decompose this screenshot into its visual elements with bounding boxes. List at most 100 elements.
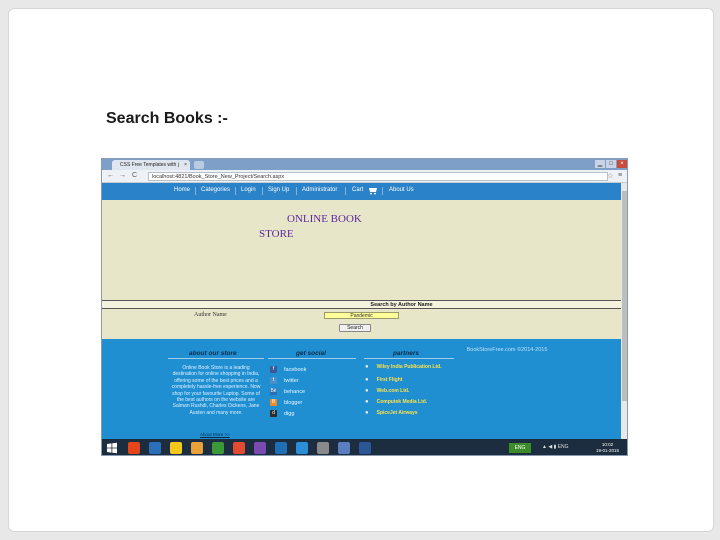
bullet-icon: ●: [365, 388, 369, 394]
browser-tab[interactable]: CSS Free Templates with j ×: [112, 160, 190, 170]
partner-link: Web.com Ltd.: [376, 388, 410, 394]
slide-title: Search Books :-: [106, 110, 228, 127]
search-header: Search by Author Name: [102, 300, 621, 309]
cart-icon[interactable]: [368, 186, 378, 195]
reload-icon[interactable]: C: [132, 172, 137, 180]
tray-language-indicator[interactable]: ENG: [509, 443, 531, 453]
twitter-icon: t: [270, 377, 277, 384]
bookmark-star-icon[interactable]: ☆: [607, 172, 613, 180]
back-icon[interactable]: ←: [107, 172, 114, 180]
sql-server-icon[interactable]: [296, 442, 308, 454]
bullet-icon: ●: [365, 364, 369, 370]
social-label: blogger: [284, 399, 303, 406]
maximize-button[interactable]: □: [606, 160, 616, 168]
nav-about-us[interactable]: About Us: [389, 187, 414, 193]
partner-link: First Flight: [376, 377, 403, 383]
file-explorer-icon[interactable]: [170, 442, 182, 454]
tab-title: CSS Free Templates with j: [120, 162, 179, 168]
facebook-icon: f: [270, 366, 277, 373]
tab-close-icon[interactable]: ×: [184, 160, 187, 170]
visual-studio-icon[interactable]: [254, 442, 266, 454]
author-name-label: Author Name: [194, 312, 227, 318]
partner-item[interactable]: ● SpiceJet Airways: [365, 410, 418, 417]
partner-item[interactable]: ● Web.com Ltd.: [365, 388, 409, 395]
blogger-icon: B: [270, 399, 277, 406]
search-section: Search by Author Name Author Name Pandem…: [102, 300, 621, 339]
partner-item[interactable]: ● Computek Media Ltd.: [365, 399, 427, 406]
footer-social-heading: get social: [296, 350, 326, 357]
about-more-link[interactable]: About More >>: [200, 432, 230, 437]
system-tray-icons[interactable]: ▲ ◀ ▮ ENG: [542, 444, 569, 450]
footer-divider: [268, 358, 356, 359]
social-item-digg[interactable]: d digg: [270, 410, 294, 417]
os-taskbar: ENG ▲ ◀ ▮ ENG 10:02 19-01-2015: [102, 439, 627, 455]
social-item-blogger[interactable]: B blogger: [270, 399, 302, 406]
browser-toolbar: ← → C localhost:4821/Book_Store_New_Proj…: [102, 170, 627, 183]
bullet-icon: ●: [365, 399, 369, 405]
chrome-icon[interactable]: [233, 442, 245, 454]
vertical-scrollbar[interactable]: [621, 183, 627, 439]
hero-title-line2: STORE: [259, 228, 294, 240]
hero-title: ONLINE BOOK STORE: [259, 212, 362, 242]
social-label: facebook: [284, 366, 307, 373]
nav-administrator[interactable]: Administrator: [302, 187, 337, 193]
minimize-button[interactable]: ▁: [595, 160, 605, 168]
nav-divider: [195, 187, 196, 195]
hero-banner: ONLINE BOOK STORE: [102, 200, 621, 300]
social-item-behance[interactable]: Bē behance: [270, 388, 305, 395]
social-label: behance: [284, 388, 306, 395]
new-tab-button[interactable]: [194, 161, 204, 169]
word-icon[interactable]: [359, 442, 371, 454]
nav-categories[interactable]: Categories: [201, 187, 230, 193]
nav-divider: [262, 187, 263, 195]
bullet-icon: ●: [365, 377, 369, 383]
nav-cart[interactable]: Cart: [352, 187, 363, 193]
partner-link: Computek Media Ltd.: [376, 399, 428, 405]
social-label: digg: [284, 410, 295, 417]
social-item-facebook[interactable]: f facebook: [270, 366, 306, 373]
behance-icon: Bē: [270, 388, 277, 395]
nav-divider: [382, 187, 383, 195]
clock-date: 19-01-2015: [596, 448, 620, 453]
nav-signup[interactable]: Sign Up: [268, 187, 289, 193]
internet-explorer-icon[interactable]: [149, 442, 161, 454]
nav-divider: [345, 187, 346, 195]
app-icon[interactable]: [338, 442, 350, 454]
partner-item[interactable]: ● First Flight: [365, 377, 402, 384]
nav-divider: [235, 187, 236, 195]
browser-window: CSS Free Templates with j × ▁ □ × ← → C …: [101, 158, 628, 456]
hero-title-line1: ONLINE BOOK: [287, 213, 362, 225]
partner-item[interactable]: ● Wiley India Publication Ltd.: [365, 364, 442, 371]
windows-start-icon[interactable]: [106, 442, 118, 454]
footer-about-heading: about our store: [189, 350, 237, 357]
social-label: twitter: [284, 377, 299, 384]
bullet-icon: ●: [365, 410, 369, 416]
search-button[interactable]: Search: [339, 324, 371, 332]
forward-icon[interactable]: →: [119, 172, 126, 180]
site-footer: about our store get social partners Onli…: [102, 339, 621, 439]
partner-link: SpiceJet Airways: [376, 410, 418, 416]
app-icon[interactable]: [212, 442, 224, 454]
copyright-text: BookStoreFree.com ©2014-2015: [466, 347, 548, 353]
window-controls: ▁ □ ×: [595, 160, 627, 168]
nav-divider: [296, 187, 297, 195]
footer-partners-heading: partners: [393, 350, 420, 357]
site-navbar: Home Categories Login Sign Up Administra…: [102, 183, 621, 200]
author-name-input[interactable]: Pandemic: [324, 312, 399, 319]
app-icon[interactable]: [275, 442, 287, 454]
scrollbar-thumb[interactable]: [622, 191, 627, 401]
footer-divider: [168, 358, 264, 359]
nav-home[interactable]: Home: [174, 187, 190, 193]
page-viewport: Home Categories Login Sign Up Administra…: [102, 183, 621, 439]
nav-login[interactable]: Login: [241, 187, 256, 193]
app-icon[interactable]: [317, 442, 329, 454]
taskbar-clock[interactable]: 10:02 19-01-2015: [596, 442, 619, 454]
digg-icon: d: [270, 410, 277, 417]
firefox-icon[interactable]: [128, 442, 140, 454]
close-window-button[interactable]: ×: [617, 160, 627, 168]
browser-menu-icon[interactable]: ≡: [618, 172, 622, 179]
social-item-twitter[interactable]: t twitter: [270, 377, 299, 384]
address-bar[interactable]: localhost:4821/Book_Store_New_Project/Se…: [148, 172, 608, 181]
folder-icon[interactable]: [191, 442, 203, 454]
tab-bar: CSS Free Templates with j × ▁ □ ×: [102, 159, 627, 170]
